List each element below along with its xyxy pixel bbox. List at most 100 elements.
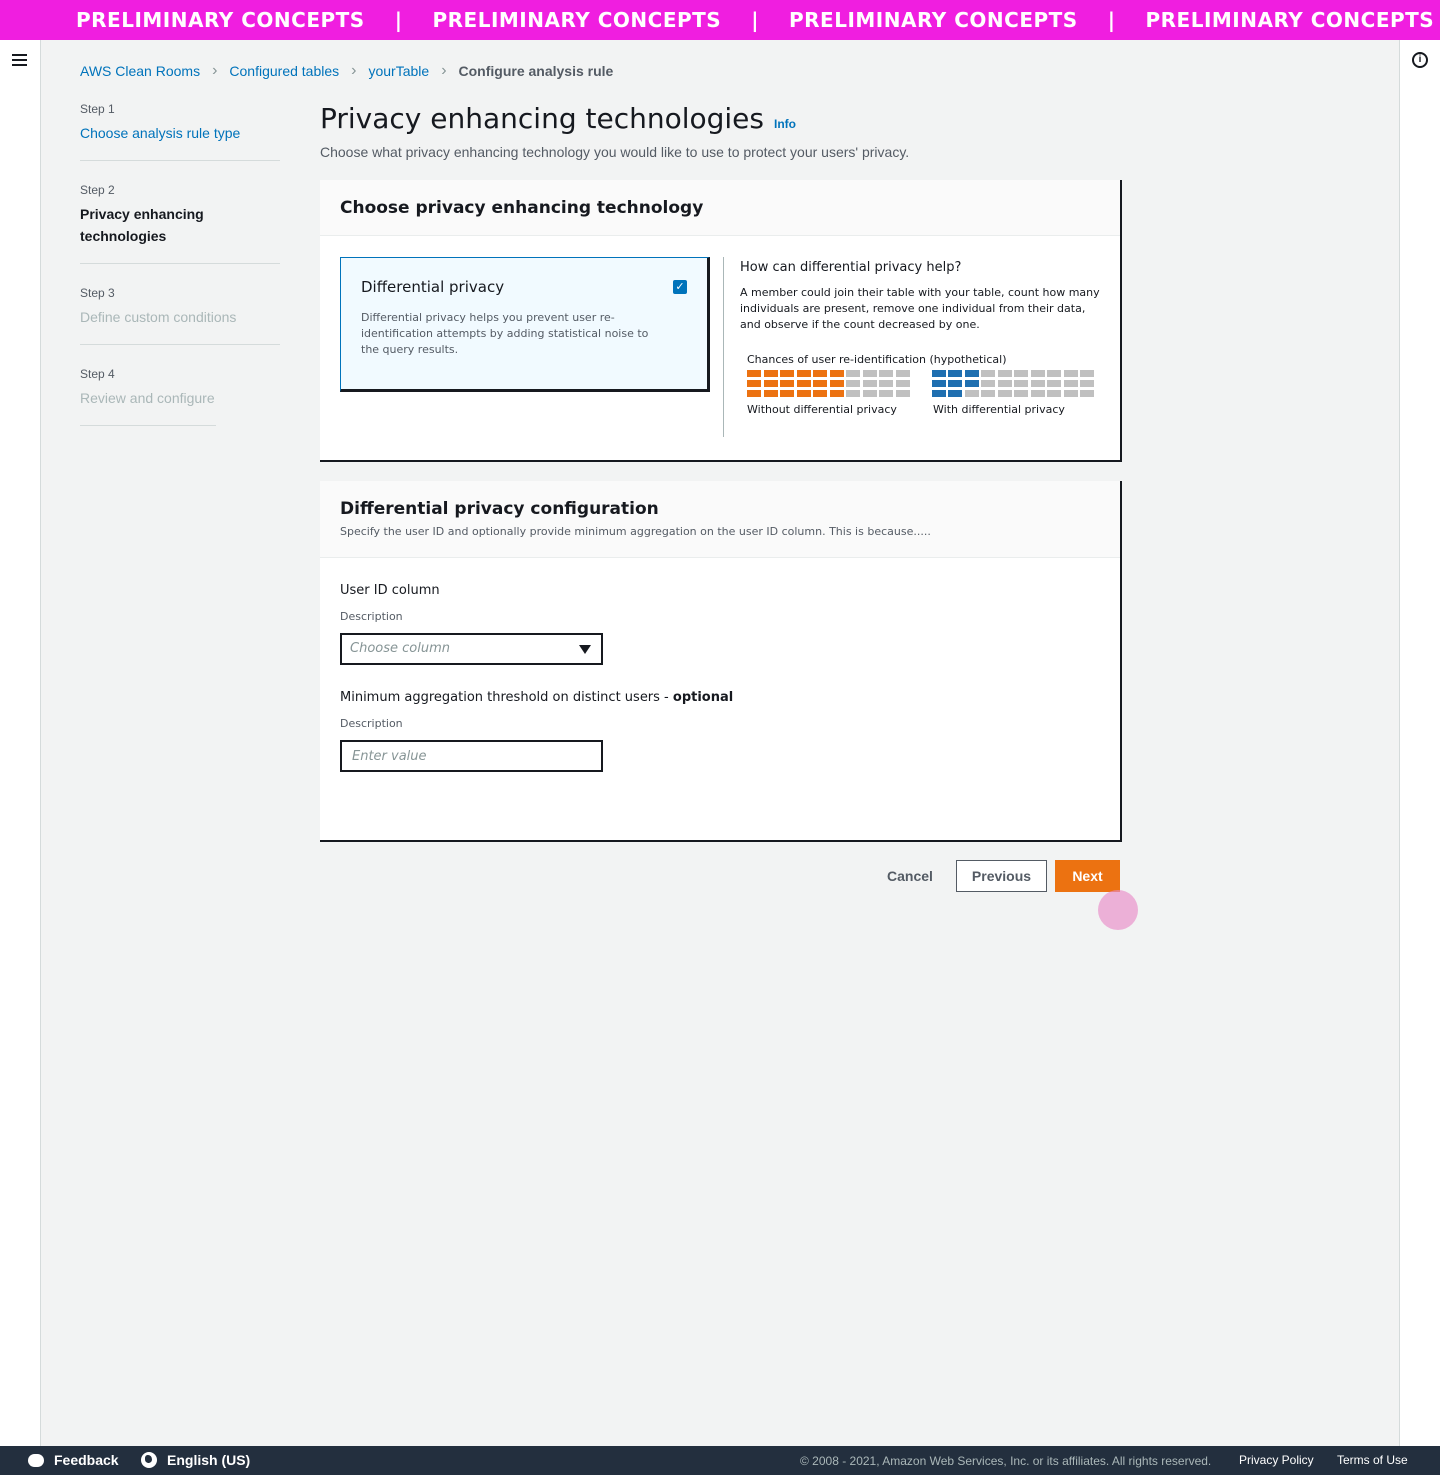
person-cell	[1080, 370, 1094, 377]
wizard-step-4: Step 4 Review and configure	[80, 367, 216, 426]
person-cell	[895, 370, 910, 377]
step-label-privacy-technologies: Privacy enhancing technologies	[80, 206, 204, 244]
language-selector[interactable]: English (US)	[141, 1452, 250, 1468]
person-cell	[1063, 370, 1078, 377]
choose-technology-panel: Choose privacy enhancing technology Diff…	[320, 180, 1122, 462]
console-footer: Feedback English (US) © 2008 - 2021, Ama…	[0, 1446, 1440, 1475]
person-cell	[981, 380, 995, 387]
globe-icon	[141, 1452, 157, 1468]
panel-title: Choose privacy enhancing technology	[340, 198, 704, 218]
privacy-policy-link[interactable]: Privacy Policy	[1239, 1453, 1314, 1467]
breadcrumb-your-table[interactable]: yourTable	[368, 63, 429, 79]
select-placeholder: Choose column	[350, 641, 450, 656]
person-cell	[829, 380, 844, 387]
differential-privacy-checkbox[interactable]: ✓	[673, 280, 687, 294]
differential-privacy-tile[interactable]: Differential privacy ✓ Differential priv…	[340, 257, 710, 392]
page-header: Privacy enhancing technologies Info	[320, 102, 796, 135]
info-icon[interactable]: i	[1412, 52, 1428, 68]
person-cell	[997, 380, 1012, 387]
menu-icon[interactable]	[12, 54, 27, 66]
person-cell	[780, 390, 794, 397]
person-cell	[879, 370, 893, 377]
person-cell	[879, 390, 893, 397]
wizard-steps: Step 1 Choose analysis rule type Step 2 …	[80, 102, 280, 448]
person-cell	[862, 370, 877, 377]
banner-separator: |	[1107, 8, 1116, 32]
person-cell	[1030, 380, 1045, 387]
user-id-column-select[interactable]: Choose column	[340, 633, 603, 665]
person-cell	[780, 370, 794, 377]
with-dp-label: With differential privacy	[933, 403, 1065, 416]
panel-header: Choose privacy enhancing technology	[320, 180, 1120, 236]
person-cell	[846, 380, 860, 387]
illustration-legends: Without differential privacy With differ…	[747, 403, 1100, 416]
wizard-step-2: Step 2 Privacy enhancing technologies	[80, 183, 280, 264]
person-cell	[1063, 380, 1078, 387]
step-number: Step 2	[80, 183, 115, 197]
terms-of-use-link[interactable]: Terms of Use	[1337, 1453, 1408, 1467]
breadcrumb-configured-tables[interactable]: Configured tables	[229, 63, 339, 79]
person-cell	[846, 370, 860, 377]
optional-tag: optional	[672, 690, 734, 705]
with-dp-grid	[931, 370, 1094, 397]
person-cell	[981, 390, 995, 397]
feedback-link[interactable]: Feedback	[28, 1452, 119, 1468]
step-label-custom-conditions: Define custom conditions	[80, 309, 237, 325]
help-answer: A member could join their table with you…	[740, 286, 1100, 331]
reidentification-illustration	[747, 370, 1100, 397]
step-number: Step 4	[80, 367, 115, 381]
step-number: Step 3	[80, 286, 115, 300]
breadcrumb-current: Configure analysis rule	[458, 63, 614, 79]
person-cell	[895, 380, 910, 387]
person-cell	[997, 370, 1012, 377]
panel-title: Differential privacy configuration	[340, 499, 659, 519]
person-cell	[747, 380, 761, 387]
step-number: Step 1	[80, 102, 115, 116]
cancel-button[interactable]: Cancel	[887, 868, 933, 884]
person-cell	[796, 370, 811, 377]
step-link-choose-rule-type[interactable]: Choose analysis rule type	[80, 122, 280, 144]
person-cell	[948, 380, 962, 387]
differential-privacy-help: How can differential privacy help? A mem…	[740, 260, 1100, 416]
person-cell	[862, 390, 877, 397]
breadcrumb-clean-rooms[interactable]: AWS Clean Rooms	[80, 63, 200, 79]
person-cell	[763, 370, 778, 377]
person-cell	[879, 380, 893, 387]
previous-button[interactable]: Previous	[956, 860, 1047, 892]
person-cell	[1080, 380, 1094, 387]
chat-bubble-icon	[28, 1453, 44, 1467]
person-cell	[813, 380, 827, 387]
person-cell	[829, 390, 844, 397]
person-cell	[964, 390, 979, 397]
person-cell	[1047, 380, 1061, 387]
person-cell	[948, 370, 962, 377]
wizard-step-1: Step 1 Choose analysis rule type	[80, 102, 280, 161]
person-cell	[981, 370, 995, 377]
threshold-input[interactable]	[340, 740, 603, 772]
right-tools-rail: i	[1399, 40, 1440, 1446]
left-navigation-rail	[0, 40, 41, 1446]
dp-configuration-panel: Differential privacy configuration Speci…	[320, 481, 1122, 842]
next-button[interactable]: Next	[1055, 860, 1120, 892]
person-cell	[948, 390, 962, 397]
person-cell	[1014, 370, 1028, 377]
threshold-description: Description	[340, 717, 403, 730]
banner-text: PRELIMINARY CONCEPTS	[76, 8, 365, 32]
page-title: Privacy enhancing technologies	[320, 102, 764, 135]
tile-title: Differential privacy	[361, 278, 505, 296]
person-cell	[931, 370, 946, 377]
person-cell	[1080, 390, 1094, 397]
person-cell	[1014, 390, 1028, 397]
preliminary-concepts-banner: PRELIMINARY CONCEPTS | PRELIMINARY CONCE…	[0, 0, 1440, 40]
info-link[interactable]: Info	[774, 117, 796, 131]
user-id-field-group: User ID column Description	[340, 583, 440, 623]
threshold-label: Minimum aggregation threshold on distinc…	[340, 690, 734, 705]
threshold-field-group: Minimum aggregation threshold on distinc…	[340, 690, 733, 730]
person-cell	[964, 380, 979, 387]
cursor-click-indicator	[1098, 890, 1138, 930]
person-cell	[747, 390, 761, 397]
person-cell	[1030, 370, 1045, 377]
person-cell	[829, 370, 844, 377]
banner-text: PRELIMINARY CONCEPTS	[789, 8, 1078, 32]
chevron-right-icon: ›	[441, 62, 447, 79]
